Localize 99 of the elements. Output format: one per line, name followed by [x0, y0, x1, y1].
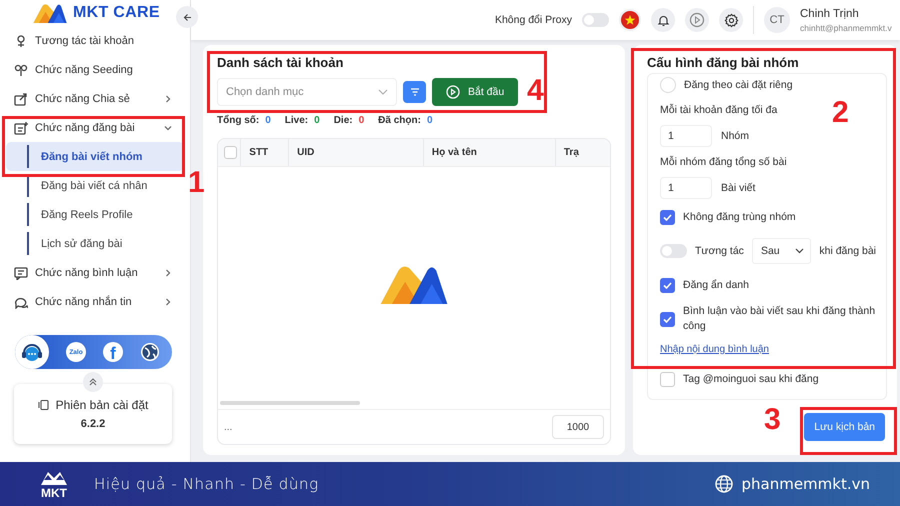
- menu-item-icon: [14, 120, 28, 134]
- bell-icon: [656, 14, 670, 26]
- back-arrow-icon: [182, 12, 192, 22]
- mkt-logo-text: MKT: [41, 487, 67, 499]
- save-button[interactable]: Lưu kịch bản: [804, 413, 885, 441]
- sidebar-item[interactable]: Chức năng đăng bài: [0, 113, 190, 142]
- dropdown-caret-icon: [378, 89, 388, 95]
- checkbox[interactable]: [660, 312, 675, 326]
- column-header[interactable]: UID: [288, 139, 423, 166]
- chevron-icon[interactable]: [164, 268, 172, 276]
- menu-item-icon: [14, 62, 28, 76]
- stat-label: Tổng số:: [217, 115, 260, 126]
- notification-button[interactable]: [651, 8, 675, 32]
- option-label: khi đăng bài: [819, 245, 876, 257]
- user-name: Chinh Trịnh: [800, 8, 860, 20]
- checkbox[interactable]: [660, 210, 675, 224]
- field-label: Mỗi tài khoản đăng tối đa: [660, 104, 778, 116]
- version-icon: [38, 400, 49, 410]
- sidebar-item[interactable]: Chức năng Seeding: [0, 55, 190, 84]
- checkbox-label: Bình luận vào bài viết sau khi đăng thành công: [683, 304, 876, 334]
- stat-label: Die:: [334, 115, 353, 126]
- globe-icon[interactable]: [140, 342, 160, 362]
- submenu-item[interactable]: Đăng bài viết nhóm: [6, 142, 184, 171]
- flag-icon[interactable]: [619, 9, 641, 31]
- mkt-logo-icon: [39, 469, 69, 487]
- number-field[interactable]: 1: [660, 125, 712, 147]
- collapse-button[interactable]: [83, 372, 103, 392]
- callout-number: 3: [764, 405, 781, 435]
- comment-content-link[interactable]: Nhập nội dung bình luận: [660, 344, 769, 354]
- checkbox[interactable]: [660, 372, 675, 386]
- submenu-item[interactable]: Lịch sử đăng bài: [6, 229, 184, 258]
- unit-label: Bài viết: [721, 182, 756, 194]
- checkbox-label: Không đăng trùng nhóm: [683, 210, 796, 224]
- option-label: Đăng theo cài đặt riêng: [684, 79, 793, 91]
- start-button[interactable]: Bắt đầu: [432, 78, 518, 106]
- card-title: Danh sách tài khoản: [217, 55, 344, 70]
- version-label: Phiên bản cài đặt: [56, 398, 148, 412]
- interact-toggle[interactable]: [660, 244, 687, 258]
- support-icon[interactable]: [15, 335, 49, 369]
- select-all-checkbox[interactable]: [224, 146, 237, 159]
- pagination-ellipsis[interactable]: ...: [224, 422, 232, 432]
- play-icon: [446, 85, 460, 99]
- user-email: chinhtt@phanmemmkt.v: [800, 22, 893, 32]
- sidebar-item[interactable]: Chức năng Chia sẻ: [0, 84, 190, 113]
- chevron-icon[interactable]: [164, 94, 172, 102]
- option-label: Tương tác: [695, 245, 744, 257]
- proxy-label: Không đổi Proxy: [494, 14, 572, 26]
- card-title: Cấu hình đăng bài nhóm: [647, 55, 800, 70]
- checkbox-label: Đăng ẩn danh: [683, 278, 749, 292]
- callout-number: 1: [188, 168, 205, 198]
- stat-value: 0: [426, 115, 432, 126]
- filter-button[interactable]: [403, 81, 426, 103]
- check-icon: [663, 214, 672, 220]
- chevron-icon[interactable]: [164, 124, 172, 132]
- stat-value: 0: [314, 115, 320, 126]
- column-header[interactable]: Họ và tên: [422, 139, 555, 166]
- sidebar-item[interactable]: Tương tác tài khoản: [0, 26, 190, 55]
- scrollbar[interactable]: [220, 401, 360, 405]
- settings-button[interactable]: [719, 8, 743, 32]
- category-select[interactable]: Chọn danh mục: [217, 78, 397, 106]
- facebook-link[interactable]: f: [103, 342, 123, 362]
- callout-number: 2: [832, 98, 849, 128]
- field-label: Mỗi nhóm đăng tổng số bài: [660, 156, 787, 168]
- website-text: phanmemmkt.vn: [741, 475, 870, 493]
- user-avatar[interactable]: CT: [764, 7, 790, 33]
- callout-number: 4: [527, 76, 544, 106]
- stat-value: 0: [358, 115, 364, 126]
- version-number: 6.2.2: [80, 418, 106, 430]
- checkbox[interactable]: [660, 278, 675, 292]
- timing-select[interactable]: Sau: [752, 238, 812, 264]
- sidebar-item[interactable]: Chức năng bình luận: [0, 258, 190, 287]
- filter-icon: [410, 88, 420, 96]
- stat-label: Đã chọn:: [378, 115, 421, 126]
- submenu-item[interactable]: Đăng bài viết cá nhân: [6, 171, 184, 200]
- unit-label: Nhóm: [721, 130, 750, 142]
- stat-value: 0: [265, 115, 271, 126]
- column-header[interactable]: STT: [240, 139, 288, 166]
- checkbox-label: Tag @moinguoi sau khi đăng: [683, 372, 819, 386]
- stat-label: Live:: [284, 115, 308, 126]
- submenu-item[interactable]: Đăng Reels Profile: [6, 200, 184, 229]
- play-button[interactable]: [685, 8, 709, 32]
- brand-name: MKT CARE: [73, 5, 160, 21]
- globe-icon: [715, 475, 734, 493]
- tagline: Hiệu quả - Nhanh - Dễ dùng: [94, 475, 319, 493]
- number-field[interactable]: 1: [660, 177, 712, 199]
- menu-item-icon: [14, 92, 28, 106]
- double-chevron-up-icon: [89, 378, 97, 386]
- check-icon: [663, 316, 672, 322]
- settings-icon: [724, 12, 738, 28]
- menu-item-icon: [14, 266, 28, 280]
- page-size-field[interactable]: 1000: [552, 415, 604, 439]
- play-icon: [689, 12, 705, 28]
- dropdown-caret-icon: [795, 248, 804, 254]
- chevron-icon[interactable]: [164, 298, 172, 306]
- radio-button[interactable]: [660, 77, 676, 93]
- check-icon: [663, 282, 672, 288]
- proxy-toggle[interactable]: [582, 13, 609, 27]
- column-header[interactable]: Trạ: [554, 139, 610, 166]
- sidebar-item[interactable]: Chức năng nhắn tin: [0, 287, 190, 316]
